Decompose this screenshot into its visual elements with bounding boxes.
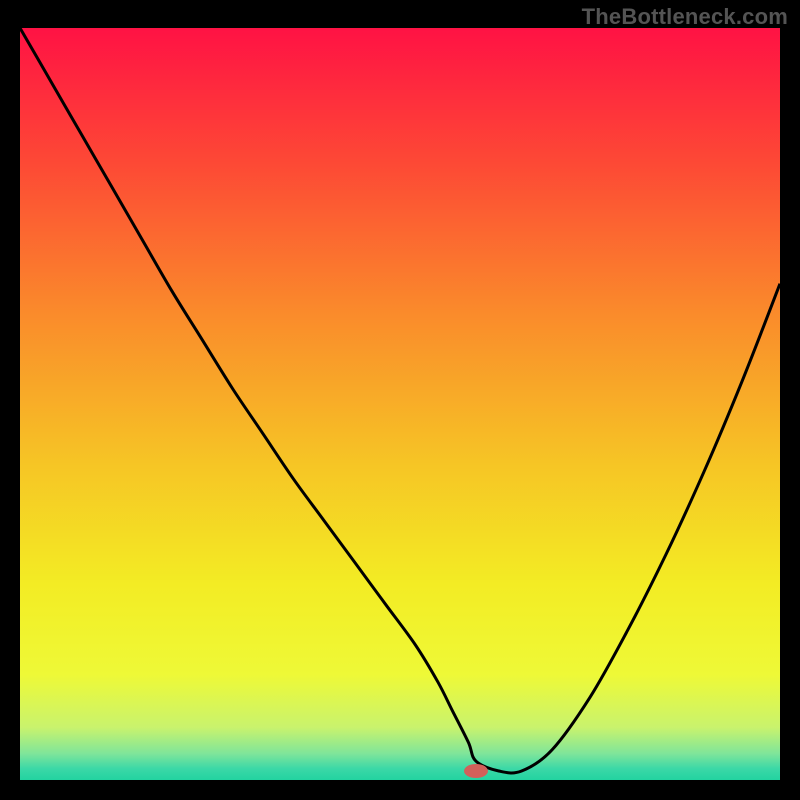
watermark-text: TheBottleneck.com: [582, 4, 788, 30]
plot-svg: [20, 28, 780, 780]
gradient-background: [20, 28, 780, 780]
chart-frame: TheBottleneck.com: [0, 0, 800, 800]
chart-marker: [464, 764, 488, 778]
plot-area: [20, 28, 780, 780]
